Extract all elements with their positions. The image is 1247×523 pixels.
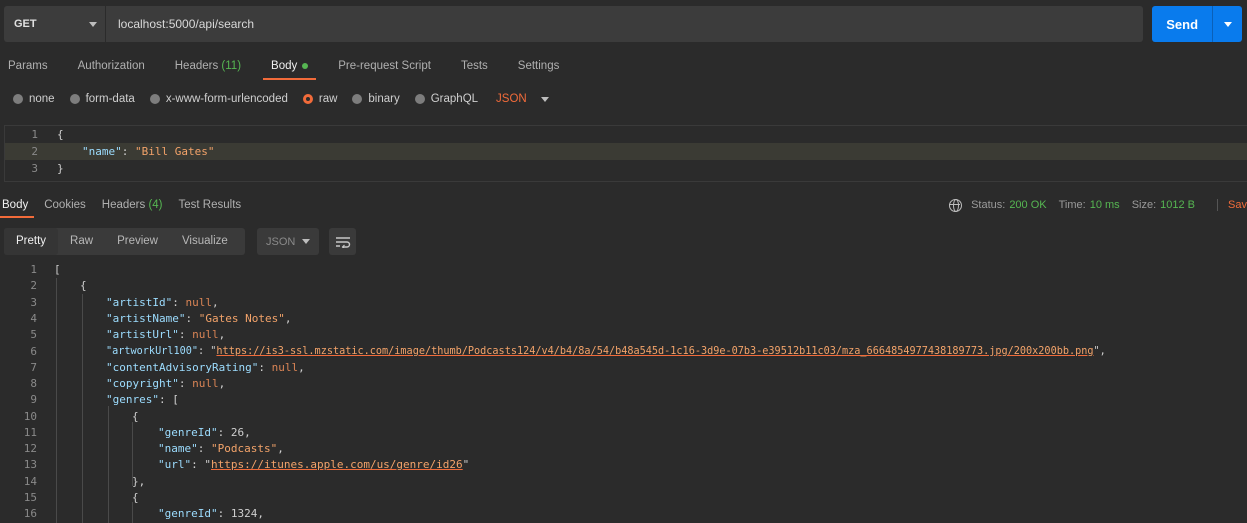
chevron-down-icon (302, 239, 310, 244)
radio-binary[interactable]: binary (352, 93, 400, 105)
request-tabs: Params Authorization Headers (11) Body P… (0, 52, 581, 80)
json-string: "Bill Gates" (135, 145, 215, 158)
save-response-button[interactable]: Sav (1217, 199, 1247, 211)
response-view-toolbar: Pretty Raw Preview Visualize JSON (4, 228, 356, 255)
genre-url-link[interactable]: https://itunes.apple.com/us/genre/id26 (211, 458, 463, 471)
code-line: 2 { (30, 279, 87, 292)
radio-none[interactable]: none (13, 93, 55, 105)
request-body-editor[interactable]: 1 { 2 "name": "Bill Gates" 3 } (4, 125, 1247, 182)
wrap-lines-button[interactable] (329, 228, 356, 255)
response-tabs: Body Cookies Headers (4) Test Results (0, 192, 255, 218)
tab-response-headers[interactable]: Headers (4) (100, 192, 165, 218)
send-button[interactable]: Send (1152, 6, 1242, 42)
code-line: 9 "genres": [ (30, 393, 179, 406)
method-label: GET (14, 18, 37, 30)
radio-circle-icon (352, 94, 363, 104)
view-pretty[interactable]: Pretty (4, 228, 59, 255)
code-line: 11 "genreId": 26, (23, 426, 251, 439)
tab-cookies[interactable]: Cookies (42, 192, 88, 218)
editor-line-active: 2 "name": "Bill Gates" (5, 143, 1247, 160)
wrap-lines-icon (335, 236, 350, 248)
radio-circle-icon (414, 94, 425, 104)
code-line: 15 { (23, 491, 139, 504)
tab-body[interactable]: Body (263, 52, 317, 80)
radio-selected-icon (302, 94, 313, 104)
code-line: 14 }, (23, 475, 146, 488)
view-visualize[interactable]: Visualize (170, 228, 240, 255)
view-raw[interactable]: Raw (58, 228, 105, 255)
code-line: 6 "artworkUrl100": "https://is3-ssl.mzst… (30, 345, 1106, 358)
tab-test-results[interactable]: Test Results (177, 192, 244, 218)
radio-x-www-form-urlencoded[interactable]: x-www-form-urlencoded (149, 93, 288, 105)
url-input[interactable]: localhost:5000/api/search (106, 17, 254, 31)
tab-headers[interactable]: Headers (11) (167, 52, 249, 80)
code-line: 10 { (23, 410, 139, 423)
chevron-down-icon (540, 96, 549, 102)
radio-circle-icon (13, 94, 23, 104)
code-line: 3 "artistId": null, (30, 296, 219, 309)
response-format-select[interactable]: JSON (257, 228, 319, 255)
code-line: 8 "copyright": null, (30, 377, 226, 390)
response-status-bar: Status: 200 OK Time: 10 ms Size: 1012 B Sav (949, 192, 1247, 218)
headers-count: (11) (221, 60, 242, 72)
radio-graphql[interactable]: GraphQL (414, 93, 478, 105)
view-mode-selector: Pretty Raw Preview Visualize (4, 228, 245, 255)
tab-pre-request-script[interactable]: Pre-request Script (330, 52, 439, 80)
body-language-select[interactable]: JSON (496, 93, 549, 105)
url-bar: GET localhost:5000/api/search (4, 6, 1143, 42)
response-body-viewer[interactable]: 1 [ 2 { 3 "artistId": null, 4 "artistNam… (4, 262, 1247, 523)
send-label: Send (1166, 16, 1199, 32)
code-line: 1 [ (30, 263, 61, 276)
editor-line: 3 } (31, 162, 64, 175)
tab-response-body[interactable]: Body (0, 192, 35, 218)
editor-line: 1 { (31, 128, 64, 141)
status-value: 200 OK (1009, 199, 1047, 211)
code-line: 4 "artistName": "Gates Notes", (30, 312, 292, 325)
code-line: 16 "genreId": 1324, (23, 507, 264, 520)
globe-icon[interactable] (949, 198, 963, 212)
code-line: 5 "artistUrl": null, (30, 328, 226, 341)
method-select[interactable]: GET (4, 6, 106, 42)
body-type-options: none form-data x-www-form-urlencoded raw… (13, 90, 549, 108)
artwork-url-link[interactable]: https://is3-ssl.mzstatic.com/image/thumb… (216, 346, 1093, 357)
json-key: "name" (82, 145, 122, 158)
tab-tests[interactable]: Tests (453, 52, 496, 80)
code-line: 12 "name": "Podcasts", (23, 442, 284, 455)
code-line: 7 "contentAdvisoryRating": null, (30, 361, 305, 374)
chevron-down-icon (1223, 21, 1232, 27)
send-options-button[interactable] (1212, 6, 1242, 42)
size-value: 1012 B (1160, 199, 1196, 211)
view-preview[interactable]: Preview (105, 228, 170, 255)
tab-settings[interactable]: Settings (510, 52, 568, 80)
tab-params[interactable]: Params (0, 52, 56, 80)
response-headers-count: (4) (148, 199, 163, 211)
radio-circle-icon (69, 94, 80, 104)
time-value: 10 ms (1089, 199, 1120, 211)
radio-form-data[interactable]: form-data (69, 93, 135, 105)
radio-raw[interactable]: raw (302, 93, 337, 105)
code-line: 13 "url": "https://itunes.apple.com/us/g… (23, 458, 470, 471)
modified-dot-icon (302, 62, 309, 69)
chevron-down-icon (89, 21, 97, 27)
tab-authorization[interactable]: Authorization (70, 52, 153, 80)
radio-circle-icon (149, 94, 160, 104)
